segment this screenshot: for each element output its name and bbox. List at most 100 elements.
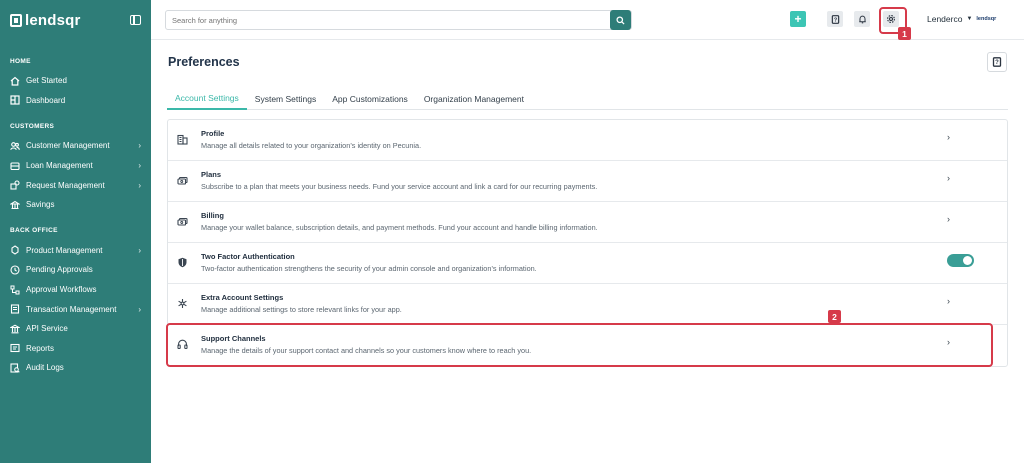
sidebar-item-loan-management[interactable]: Loan Management ›: [0, 156, 151, 176]
sidebar-item-label: Request Management: [26, 180, 105, 190]
chevron-right-icon: ›: [138, 180, 141, 190]
sidebar-item-label: Reports: [26, 343, 55, 353]
sidebar-item-label: Product Management: [26, 245, 103, 255]
chevron-right-icon: ›: [947, 214, 950, 224]
settings-row-billing[interactable]: Billing Manage your wallet balance, subs…: [168, 202, 1007, 243]
row-description: Manage all details related to your organ…: [201, 141, 422, 150]
page-help-button[interactable]: ?: [987, 52, 1007, 72]
reports-icon: [10, 343, 20, 353]
sidebar-item-approval-workflows[interactable]: Approval Workflows: [0, 280, 151, 300]
sidebar-item-label: Audit Logs: [26, 363, 64, 373]
dashboard-icon: [10, 95, 20, 105]
shield-icon: [177, 257, 188, 268]
product-icon: [10, 245, 20, 256]
transaction-icon: [10, 304, 20, 314]
tab-app-customizations[interactable]: App Customizations: [324, 88, 416, 110]
brand-logo[interactable]: lendsqr: [10, 12, 81, 29]
help-book-icon: ?: [992, 57, 1002, 67]
settings-row-two-factor-authentication: Two Factor Authentication Two-factor aut…: [168, 243, 1007, 284]
chevron-right-icon: ›: [138, 141, 141, 151]
section-title-back-office: BACK OFFICE: [10, 227, 58, 235]
two-factor-toggle[interactable]: [947, 254, 974, 267]
help-button[interactable]: ?: [827, 11, 843, 27]
sidebar-item-customer-management[interactable]: Customer Management ›: [0, 136, 151, 156]
step-badge-1: 1: [898, 27, 911, 40]
section-title-customers: CUSTOMERS: [10, 122, 55, 130]
row-title: Profile: [201, 129, 225, 138]
money-icon: [177, 175, 188, 186]
bell-icon: [858, 15, 866, 23]
search-icon: [616, 15, 625, 25]
sidebar: lendsqr HOME Get Started Dashboard CUSTO…: [0, 0, 151, 463]
plus-icon: +: [794, 12, 802, 26]
sidebar-item-label: Dashboard: [26, 95, 66, 105]
sidebar-item-reports[interactable]: Reports: [0, 339, 151, 359]
row-description: Subscribe to a plan that meets your busi…: [201, 182, 598, 191]
sidebar-item-label: Approval Workflows: [26, 285, 97, 295]
step-badge-2: 2: [828, 310, 841, 323]
sidebar-item-label: Pending Approvals: [26, 265, 93, 275]
settings-row-extra-account-settings[interactable]: Extra Account Settings Manage additional…: [168, 284, 1007, 325]
sidebar-item-label: Transaction Management: [26, 304, 117, 314]
chevron-right-icon: ›: [138, 304, 141, 314]
sidebar-item-transaction-management[interactable]: Transaction Management ›: [0, 299, 151, 319]
sidebar-item-label: Customer Management: [26, 141, 110, 151]
brand-name: lendsqr: [25, 11, 81, 29]
sidebar-header: lendsqr: [0, 0, 151, 40]
sidebar-item-label: API Service: [26, 324, 68, 334]
chevron-right-icon: ›: [138, 161, 141, 171]
row-description: Manage your wallet balance, subscription…: [201, 223, 598, 232]
svg-text:?: ?: [833, 17, 836, 23]
sidebar-item-audit-logs[interactable]: Audit Logs: [0, 358, 151, 378]
sidebar-item-api-service[interactable]: API Service: [0, 319, 151, 339]
help-book-icon: ?: [831, 14, 839, 24]
savings-icon: [10, 200, 20, 210]
sidebar-item-get-started[interactable]: Get Started: [0, 71, 151, 91]
home-icon: [10, 76, 20, 86]
loan-icon: [10, 161, 20, 171]
building-icon: [177, 134, 188, 145]
money-icon: [177, 216, 188, 227]
tab-account-settings[interactable]: Account Settings: [167, 88, 247, 110]
sidebar-item-label: Get Started: [26, 76, 67, 86]
svg-text:?: ?: [995, 60, 999, 66]
user-name: Lenderco: [927, 14, 963, 24]
sidebar-item-label: Savings: [26, 200, 55, 210]
api-icon: [10, 324, 20, 334]
row-title: Extra Account Settings: [201, 293, 284, 302]
lendsqr-logo-icon: [10, 13, 22, 27]
sidebar-collapse-icon[interactable]: [130, 15, 141, 25]
sidebar-item-request-management[interactable]: Request Management ›: [0, 175, 151, 195]
users-icon: [10, 141, 20, 151]
sidebar-item-savings[interactable]: Savings: [0, 195, 151, 215]
chevron-right-icon: ›: [947, 132, 950, 142]
search-input[interactable]: [165, 10, 632, 30]
organization-logo: lendsqr: [976, 16, 997, 22]
settings-row-plans[interactable]: Plans Subscribe to a plan that meets you…: [168, 161, 1007, 202]
row-description: Two-factor authentication strengthens th…: [201, 264, 537, 273]
sidebar-item-pending-approvals[interactable]: Pending Approvals: [0, 260, 151, 280]
caret-down-icon: ▼: [966, 16, 973, 22]
highlight-box-support-channels: [166, 323, 993, 367]
sidebar-item-product-management[interactable]: Product Management ›: [0, 241, 151, 261]
settings-row-profile[interactable]: Profile Manage all details related to yo…: [168, 120, 1007, 161]
user-menu[interactable]: Lenderco ▼ lendsqr: [927, 14, 996, 24]
asterisk-icon: [177, 298, 188, 309]
clock-icon: [10, 265, 20, 275]
chevron-right-icon: ›: [947, 296, 950, 306]
search-button[interactable]: [610, 10, 631, 30]
row-title: Billing: [201, 211, 224, 220]
chevron-right-icon: ›: [138, 245, 141, 255]
settings-tabs: Account Settings System Settings App Cus…: [167, 88, 1008, 110]
row-title: Two Factor Authentication: [201, 252, 295, 261]
audit-icon: [10, 363, 20, 373]
sidebar-item-dashboard[interactable]: Dashboard: [0, 91, 151, 111]
page-title: Preferences: [168, 55, 240, 69]
notifications-button[interactable]: [854, 11, 870, 27]
section-title-home: HOME: [10, 57, 31, 65]
add-button[interactable]: +: [790, 11, 806, 27]
tab-system-settings[interactable]: System Settings: [247, 88, 324, 110]
row-title: Plans: [201, 170, 222, 179]
workflow-icon: [10, 285, 20, 295]
tab-organization-management[interactable]: Organization Management: [416, 88, 532, 110]
